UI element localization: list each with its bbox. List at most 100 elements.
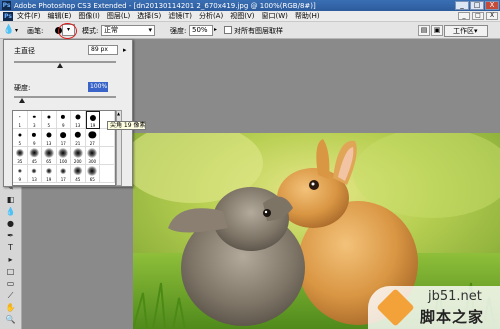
strength-input[interactable]: 50% xyxy=(189,25,213,36)
brush-preset-item[interactable] xyxy=(100,165,115,183)
brush-preset-item[interactable]: 5 xyxy=(13,129,28,147)
brush-label: 画笔: xyxy=(27,27,44,35)
brush-preset-item[interactable]: 3 xyxy=(27,111,42,129)
menu-select[interactable]: 选择(S) xyxy=(137,11,161,21)
brush-preset-item[interactable]: 9 xyxy=(56,111,71,129)
dodge-tool-icon[interactable]: ● xyxy=(4,218,17,229)
hand-tool-icon[interactable]: ✋ xyxy=(4,302,17,313)
mode-select[interactable]: 正常 xyxy=(101,25,155,36)
brush-preset-item[interactable]: 5 xyxy=(42,111,57,129)
brush-tip-icon xyxy=(18,133,22,137)
hardness-label: 硬度: xyxy=(14,84,31,92)
brush-preset-item[interactable]: 100 xyxy=(56,147,71,165)
brush-tip-icon xyxy=(75,114,81,120)
menu-analysis[interactable]: 分析(A) xyxy=(199,11,223,21)
minimize-button[interactable]: _ xyxy=(455,1,469,10)
master-diameter-input[interactable]: 89 px xyxy=(88,45,118,55)
brush-size-label: 27 xyxy=(89,141,95,146)
palette-well-icon[interactable]: ▤ xyxy=(418,25,430,36)
brush-preset-item[interactable]: 65 xyxy=(42,147,57,165)
panel-menu-arrow-icon[interactable]: ▸ xyxy=(123,46,127,54)
window-title: Adobe Photoshop CS3 Extended - [dn201301… xyxy=(14,1,316,10)
eyedropper-tool-icon[interactable]: ⟋ xyxy=(4,290,17,301)
brush-preset-item[interactable]: 200 xyxy=(71,147,86,165)
brush-preset-item[interactable]: 13 xyxy=(27,165,42,183)
menu-file[interactable]: 文件(F) xyxy=(17,11,41,21)
watermark: jb51.net 脚本之家 xyxy=(368,286,500,329)
brush-tip-icon xyxy=(31,168,37,174)
brush-size-label: 65 xyxy=(89,177,95,182)
brush-preset-item[interactable]: 17 xyxy=(56,129,71,147)
brush-preset-item[interactable]: 21 xyxy=(71,129,86,147)
brush-preset-item[interactable]: 1 xyxy=(13,111,28,129)
blur-tool-icon[interactable]: 💧 xyxy=(3,25,15,36)
type-tool-icon[interactable]: T xyxy=(4,242,17,253)
brush-preset-item[interactable]: 65 xyxy=(85,165,100,183)
doc-minimize-button[interactable]: _ xyxy=(458,12,470,20)
bridge-icon[interactable]: ▣ xyxy=(431,25,443,36)
eraser-tool-icon[interactable]: ◧ xyxy=(4,194,17,205)
pen-tool-icon[interactable]: ✒ xyxy=(4,230,17,241)
menu-image[interactable]: 图像(I) xyxy=(78,11,100,21)
brush-preset-item[interactable]: 27 xyxy=(85,129,100,147)
brush-tip-icon xyxy=(17,168,22,174)
brush-preset-item[interactable]: 9 xyxy=(27,129,42,147)
brush-preset-item[interactable]: 45 xyxy=(71,165,86,183)
hardness-input[interactable]: 100% xyxy=(88,82,108,92)
menu-window[interactable]: 窗口(W) xyxy=(261,11,287,21)
brush-preset-item[interactable]: 35 xyxy=(13,147,28,165)
zoom-tool-icon[interactable]: 🔍 xyxy=(4,314,17,325)
brush-size-label: 1 xyxy=(18,123,22,128)
brush-tip-icon xyxy=(19,116,21,118)
sample-all-layers-checkbox[interactable] xyxy=(224,26,232,34)
brush-preset-item[interactable]: 45 xyxy=(27,147,42,165)
brush-tip-icon xyxy=(45,167,52,175)
close-button[interactable]: X xyxy=(485,1,499,10)
brush-size-label: 19 xyxy=(90,123,96,128)
brush-size-label: 35 xyxy=(17,159,23,164)
menu-edit[interactable]: 编辑(E) xyxy=(48,11,72,21)
doc-maximize-button[interactable]: □ xyxy=(472,12,484,20)
workspace-button[interactable]: 工作区▾ xyxy=(444,25,488,37)
menu-view[interactable]: 视图(V) xyxy=(230,11,254,21)
menu-filter[interactable]: 滤镜(T) xyxy=(168,11,192,21)
brush-preset-item[interactable]: 13 xyxy=(71,111,86,129)
brush-tooltip: 尖角 19 像素 xyxy=(107,121,146,130)
brush-preset-item[interactable]: 300 xyxy=(85,147,100,165)
maximize-button[interactable]: □ xyxy=(470,1,484,10)
brush-size-label: 5 xyxy=(47,123,51,128)
brush-size-label: 3 xyxy=(32,123,36,128)
menu-help[interactable]: 帮助(H) xyxy=(295,11,320,21)
menu-layer[interactable]: 图层(L) xyxy=(107,11,130,21)
brush-preset-item[interactable] xyxy=(100,129,115,147)
photoshop-menu-icon[interactable]: Ps xyxy=(3,11,13,21)
tool-preset-dropdown-icon[interactable]: ▾ xyxy=(15,27,18,34)
brush-preset-item[interactable]: 9 xyxy=(13,165,28,183)
brush-size-label: 9 xyxy=(61,123,65,128)
brush-preset-item[interactable]: 13 xyxy=(42,129,57,147)
brush-size-label: 17 xyxy=(60,141,66,146)
brush-preset-item[interactable]: 17 xyxy=(56,165,71,183)
path-selection-tool-icon[interactable]: ▸ xyxy=(4,254,17,265)
brush-size-label: 45 xyxy=(31,159,37,164)
strength-slider-arrow-icon[interactable]: ▸ xyxy=(214,26,217,33)
brush-preset-item[interactable]: 19 xyxy=(42,165,57,183)
brush-preset-item[interactable] xyxy=(100,147,115,165)
hardness-slider[interactable] xyxy=(14,96,116,103)
brush-size-label: 21 xyxy=(75,141,81,146)
diameter-slider-knob[interactable] xyxy=(56,63,63,68)
brush-size-label: 13 xyxy=(46,141,52,146)
hardness-slider-knob[interactable] xyxy=(19,98,26,103)
brush-tip-icon xyxy=(29,148,39,158)
notes-tool-icon[interactable]: ▭ xyxy=(4,278,17,289)
master-diameter-label: 主直径 xyxy=(14,47,35,55)
blur-tool-icon[interactable]: 💧 xyxy=(4,206,17,217)
brush-size-label: 13 xyxy=(75,123,81,128)
brush-size-label: 13 xyxy=(31,177,37,182)
diameter-slider[interactable] xyxy=(14,61,116,68)
brush-preset-picker: 主直径 89 px ▸ 硬度: 100% 1 3 5 9 13 19 5 9 13 17 21 27 3… xyxy=(3,39,133,187)
doc-close-button[interactable]: X xyxy=(486,12,498,20)
shape-tool-icon[interactable]: □ xyxy=(4,266,17,277)
menu-bar: Ps 文件(F) 编辑(E) 图像(I) 图层(L) 选择(S) 滤镜(T) 分… xyxy=(0,11,500,22)
brush-preset-item[interactable]: 19 xyxy=(85,111,100,129)
